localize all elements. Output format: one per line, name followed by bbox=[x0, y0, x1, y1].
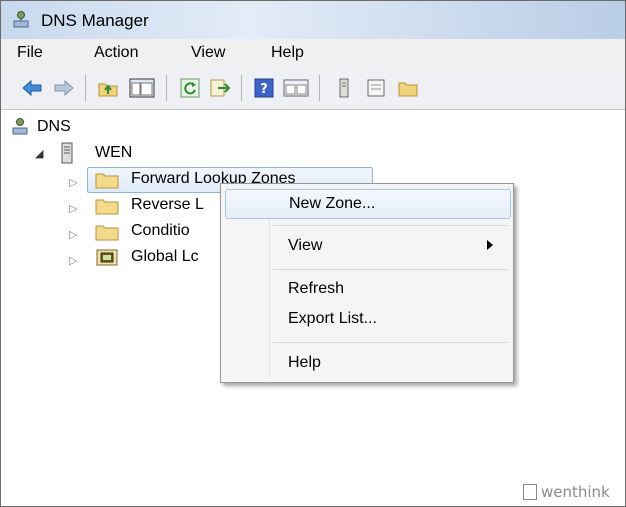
watermark: wenthink bbox=[523, 483, 610, 501]
tree-item-reverse-lookup-zones[interactable]: Reverse L bbox=[131, 196, 204, 214]
menu-file[interactable]: File bbox=[17, 44, 43, 62]
menu-item-refresh[interactable]: Refresh bbox=[225, 275, 509, 303]
folder-icon[interactable] bbox=[397, 77, 419, 99]
menu-item-view[interactable]: View bbox=[225, 232, 509, 260]
list-icon[interactable] bbox=[365, 77, 387, 99]
toolbar: ? bbox=[1, 67, 625, 110]
watermark-text: wenthink bbox=[541, 483, 610, 501]
expand-arrow-icon[interactable]: ▷ bbox=[69, 202, 77, 215]
global-logs-icon bbox=[96, 249, 118, 266]
toolbar-separator bbox=[85, 75, 86, 101]
properties-icon[interactable] bbox=[283, 77, 309, 99]
back-arrow-icon[interactable] bbox=[21, 77, 43, 99]
folder-icon bbox=[95, 199, 119, 215]
expand-arrow-icon[interactable]: ▷ bbox=[69, 228, 77, 241]
toolbar-separator bbox=[166, 75, 167, 101]
menu-item-label: New Zone... bbox=[289, 195, 376, 212]
menu-help[interactable]: Help bbox=[271, 44, 304, 62]
context-menu: New Zone... View Refresh Export List... … bbox=[220, 183, 514, 383]
svg-text:?: ? bbox=[260, 82, 268, 97]
menu-action[interactable]: Action bbox=[94, 44, 138, 62]
dns-app-icon bbox=[13, 11, 29, 28]
help-icon[interactable]: ? bbox=[253, 77, 275, 99]
export-list-icon[interactable] bbox=[209, 77, 231, 99]
menu-item-export-list[interactable]: Export List... bbox=[225, 305, 509, 333]
up-folder-icon[interactable] bbox=[97, 77, 119, 99]
tree-item-global-logs[interactable]: Global Lc bbox=[131, 248, 199, 266]
folder-icon bbox=[95, 173, 119, 189]
menu-item-label: Help bbox=[288, 354, 321, 371]
folder-icon bbox=[95, 225, 119, 241]
dns-root-icon bbox=[12, 118, 28, 135]
menu-item-help[interactable]: Help bbox=[225, 349, 509, 377]
submenu-arrow-icon bbox=[487, 240, 493, 250]
expand-arrow-icon[interactable]: ▷ bbox=[69, 176, 77, 189]
menu-item-label: Refresh bbox=[288, 280, 345, 297]
tree-item-conditional-forwarders[interactable]: Conditio bbox=[131, 222, 190, 240]
watermark-logo-icon bbox=[523, 483, 537, 500]
dns-manager-window: DNS Manager File Action View Help ? DNS … bbox=[0, 0, 626, 507]
tree-server-wen[interactable]: WEN bbox=[95, 144, 132, 162]
toolbar-separator bbox=[241, 75, 242, 101]
toolbar-separator bbox=[319, 75, 320, 101]
menu-item-label: Export List... bbox=[288, 310, 377, 327]
menu-item-label: View bbox=[288, 237, 323, 254]
forward-arrow-icon[interactable] bbox=[53, 77, 75, 99]
menu-separator bbox=[273, 269, 507, 270]
menu-view[interactable]: View bbox=[191, 44, 225, 62]
server-icon[interactable] bbox=[333, 77, 355, 99]
menu-separator bbox=[273, 342, 507, 343]
menu-separator bbox=[273, 225, 507, 226]
menu-item-new-zone[interactable]: New Zone... bbox=[225, 189, 511, 219]
show-hide-console-tree-icon[interactable] bbox=[129, 77, 155, 99]
window-title: DNS Manager bbox=[41, 11, 149, 30]
server-icon bbox=[61, 142, 73, 164]
collapse-arrow-icon[interactable]: ◢ bbox=[35, 147, 43, 160]
expand-arrow-icon[interactable]: ▷ bbox=[69, 254, 77, 267]
menu-bar: File Action View Help bbox=[1, 39, 625, 67]
refresh-icon[interactable] bbox=[179, 77, 201, 99]
tree-root-dns[interactable]: DNS bbox=[37, 118, 71, 136]
title-bar[interactable]: DNS Manager bbox=[1, 1, 625, 39]
